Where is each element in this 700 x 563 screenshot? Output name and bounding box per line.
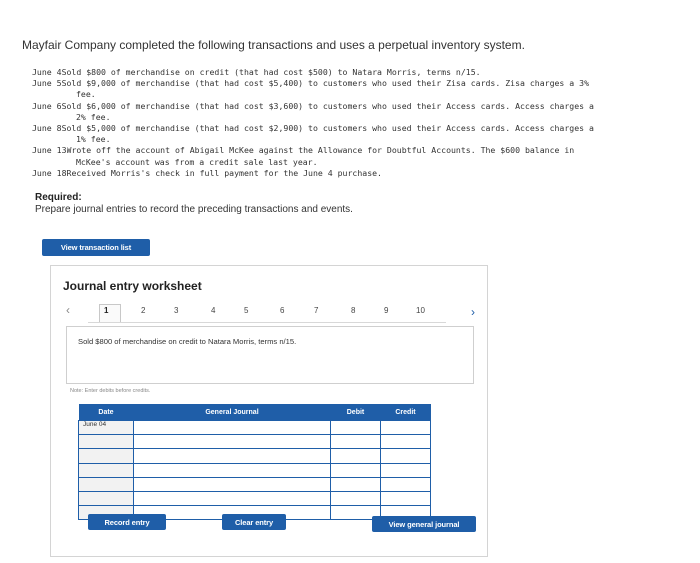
debit-input[interactable] — [330, 462, 381, 478]
transaction-description-box — [66, 326, 474, 384]
active-page-tab — [99, 304, 121, 323]
date-cell-input[interactable] — [78, 448, 134, 464]
chevron-right-icon[interactable]: › — [471, 305, 475, 319]
record-entry-button[interactable]: Record entry — [88, 514, 166, 530]
transaction-text: Wrote off the account of Abigail McKee a… — [66, 145, 575, 156]
account-input[interactable] — [133, 462, 331, 478]
credit-input[interactable] — [380, 434, 431, 450]
transaction-line: June 8 Sold $5,000 of merchandise (that … — [32, 123, 700, 134]
chevron-left-icon[interactable]: ‹ — [66, 303, 70, 317]
account-input[interactable] — [133, 419, 331, 436]
debit-input[interactable] — [330, 434, 381, 450]
transaction-line: 1% fee. — [32, 134, 700, 145]
transaction-line: fee. — [32, 89, 700, 100]
pager-divider — [88, 322, 446, 323]
date-cell-input[interactable] — [78, 462, 134, 478]
problem-intro: Mayfair Company completed the following … — [22, 38, 525, 52]
account-input[interactable] — [133, 476, 331, 492]
transaction-text: Received Morris's check in full payment … — [66, 167, 382, 178]
table-row: June 04 — [78, 419, 431, 436]
transaction-date: June 5 — [32, 78, 62, 89]
view-general-journal-button[interactable]: View general journal — [372, 516, 476, 532]
transaction-text: 2% fee. — [76, 111, 111, 122]
column-header-credit: Credit — [380, 404, 431, 421]
transaction-text: Sold $800 of merchandise on credit (that… — [61, 67, 481, 77]
transaction-line: June 6 Sold $6,000 of merchandise (that … — [32, 101, 700, 112]
page-6[interactable]: 6 — [280, 306, 284, 315]
column-header-date: Date — [78, 404, 134, 421]
page-3[interactable]: 3 — [174, 306, 178, 315]
transaction-line: June 4 Sold $800 of merchandise on credi… — [32, 67, 700, 78]
table-row — [78, 434, 431, 450]
transaction-text: Sold $6,000 of merchandise (that had cos… — [61, 100, 594, 111]
page-4[interactable]: 4 — [211, 306, 215, 315]
page-7[interactable]: 7 — [314, 306, 318, 315]
required-text: Prepare journal entries to record the pr… — [35, 204, 353, 215]
table-row — [78, 462, 431, 478]
account-input[interactable] — [133, 434, 331, 450]
transaction-line: June 5 Sold $9,000 of merchandise (that … — [32, 78, 700, 89]
view-transaction-list-button[interactable]: View transaction list — [42, 239, 150, 256]
page-10[interactable]: 10 — [416, 306, 425, 315]
transaction-line: June 18 Received Morris's check in full … — [32, 168, 700, 179]
transaction-text: McKee's account was from a credit sale l… — [76, 156, 318, 167]
date-cell-input[interactable] — [78, 490, 134, 507]
debit-input[interactable] — [330, 419, 381, 436]
transaction-description: Sold $800 of merchandise on credit to Na… — [78, 337, 297, 346]
entry-note: Note: Enter debits before credits. — [70, 388, 151, 394]
transaction-date: June 18 — [32, 167, 67, 178]
credit-input[interactable] — [380, 448, 431, 464]
table-row — [78, 490, 431, 507]
page-9[interactable]: 9 — [384, 306, 388, 315]
date-cell-input[interactable] — [78, 476, 134, 492]
page-5[interactable]: 5 — [244, 306, 248, 315]
debit-input[interactable] — [330, 448, 381, 464]
column-header-debit: Debit — [330, 404, 381, 421]
table-row — [78, 448, 431, 464]
debit-input[interactable] — [330, 476, 381, 492]
transaction-text: 1% fee. — [76, 134, 111, 145]
clear-entry-button[interactable]: Clear entry — [222, 514, 286, 530]
account-input[interactable] — [133, 490, 331, 507]
credit-input[interactable] — [380, 490, 431, 507]
transaction-date: June 6 — [32, 100, 62, 111]
required-label: Required: — [35, 192, 82, 203]
transaction-date: June 8 — [32, 123, 62, 134]
credit-input[interactable] — [380, 476, 431, 492]
date-cell-input[interactable] — [78, 434, 134, 450]
transaction-line: June 13 Wrote off the account of Abigail… — [32, 145, 700, 156]
page-8[interactable]: 8 — [351, 306, 355, 315]
page-1[interactable]: 1 — [104, 306, 108, 315]
transaction-text: Sold $5,000 of merchandise (that had cos… — [61, 123, 594, 134]
worksheet-title: Journal entry worksheet — [63, 279, 202, 293]
debit-input[interactable] — [330, 490, 381, 507]
transaction-text: fee. — [76, 89, 96, 100]
column-header-general-journal: General Journal — [133, 404, 331, 421]
transaction-date: June 4 — [32, 67, 62, 77]
page-2[interactable]: 2 — [141, 306, 145, 315]
transaction-line: 2% fee. — [32, 112, 700, 123]
credit-input[interactable] — [380, 462, 431, 478]
account-input[interactable] — [133, 448, 331, 464]
table-row — [78, 476, 431, 492]
transaction-date: June 13 — [32, 145, 67, 156]
transaction-list: June 4 Sold $800 of merchandise on credi… — [32, 67, 700, 179]
transaction-line: McKee's account was from a credit sale l… — [32, 157, 700, 168]
transaction-text: Sold $9,000 of merchandise (that had cos… — [61, 78, 590, 89]
date-cell-input[interactable]: June 04 — [78, 419, 134, 436]
journal-table: Date General Journal Debit Credit June 0… — [78, 404, 431, 521]
credit-input[interactable] — [380, 419, 431, 436]
